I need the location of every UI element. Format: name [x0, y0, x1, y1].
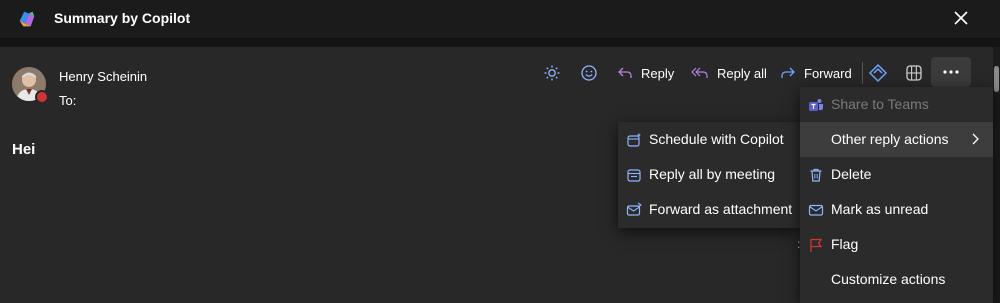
forward-as-attachment-label: Forward as attachment [649, 201, 793, 217]
title-bar: Summary by Copilot [0, 0, 1000, 39]
close-icon [954, 11, 968, 25]
forward-as-attachment-item[interactable]: Forward as attachment [618, 192, 800, 227]
flag-label: Flag [831, 236, 859, 252]
loop-button[interactable] [867, 62, 889, 84]
mark-as-unread-label: Mark as unread [831, 201, 929, 217]
reply-all-label: Reply all [717, 65, 767, 81]
forward-icon [781, 67, 795, 78]
other-reply-actions-label: Other reply actions [831, 131, 949, 147]
presence-status-icon [35, 90, 49, 104]
sun-icon [544, 65, 560, 81]
envelope-icon [808, 204, 824, 216]
reply-actions-submenu: Schedule with Copilot Reply all by meeti… [618, 122, 800, 228]
mail-forward-icon [626, 202, 642, 216]
more-actions-button[interactable] [931, 57, 971, 87]
divider [0, 39, 1000, 47]
share-to-teams-item[interactable]: Share to Teams [800, 87, 993, 122]
emoji-button[interactable] [578, 62, 600, 84]
more-actions-menu: Share to Teams Other reply actions Delet… [800, 87, 993, 303]
scrollbar-thumb[interactable] [994, 66, 999, 92]
customize-actions-item[interactable]: Customize actions [800, 262, 993, 297]
email-body: Hei [12, 141, 36, 158]
copilot-logo-icon [19, 11, 35, 27]
other-reply-actions-item[interactable]: Other reply actions [800, 122, 993, 157]
panel-title: Summary by Copilot [54, 10, 191, 26]
customize-actions-label: Customize actions [831, 271, 946, 287]
close-button[interactable] [950, 7, 972, 29]
flag-icon [810, 238, 823, 252]
schedule-with-copilot-label: Schedule with Copilot [649, 131, 784, 147]
forward-button[interactable]: Forward [780, 62, 852, 84]
apps-button[interactable] [903, 62, 925, 84]
calendar-reply-icon [627, 169, 641, 182]
toolbar-separator [862, 62, 863, 84]
reply-label: Reply [641, 65, 675, 81]
chevron-right-icon [972, 133, 979, 145]
reply-button[interactable]: Reply [617, 62, 674, 84]
forward-label: Forward [804, 65, 852, 81]
apps-grid-icon [906, 65, 922, 81]
reply-icon [618, 67, 632, 78]
reply-all-by-meeting-label: Reply all by meeting [649, 166, 776, 182]
loop-icon [868, 63, 888, 83]
more-icon [943, 70, 959, 74]
delete-item[interactable]: Delete [800, 157, 993, 192]
teams-icon [809, 99, 823, 111]
sender-name[interactable]: Henry Scheinin [59, 69, 147, 84]
brightness-button[interactable] [541, 62, 563, 84]
mark-as-unread-item[interactable]: Mark as unread [800, 192, 993, 227]
to-label: To: [59, 93, 77, 108]
reply-all-icon [691, 67, 708, 78]
share-to-teams-label: Share to Teams [831, 96, 929, 112]
reply-all-button[interactable]: Reply all [691, 62, 767, 84]
delete-label: Delete [831, 166, 872, 182]
smiley-icon [581, 65, 597, 81]
schedule-with-copilot-item[interactable]: Schedule with Copilot [618, 122, 800, 157]
trash-icon [810, 168, 822, 182]
reply-all-by-meeting-item[interactable]: Reply all by meeting [618, 157, 800, 192]
flag-item[interactable]: Flag [800, 227, 993, 262]
calendar-sparkle-icon [627, 133, 641, 147]
